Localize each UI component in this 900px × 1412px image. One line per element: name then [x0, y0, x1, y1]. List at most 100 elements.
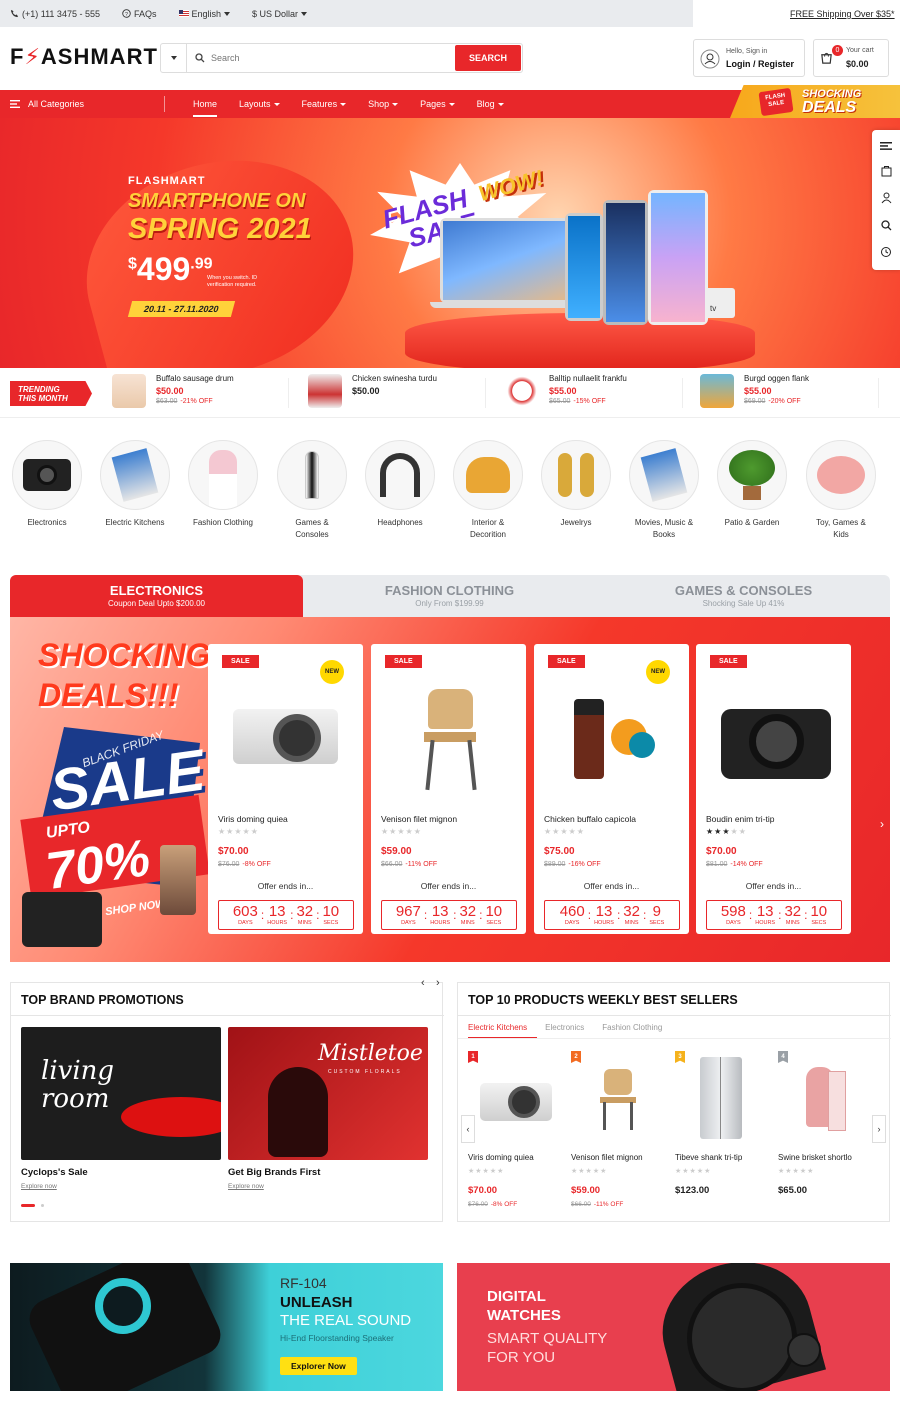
history-icon[interactable] — [880, 246, 892, 258]
tab-electronics[interactable]: ELECTRONICS Coupon Deal Upto $200.00 — [10, 575, 303, 617]
product-name[interactable]: Tibeve shank tri-tip — [675, 1153, 742, 1162]
category-interior-decoration[interactable]: Interior & Decorition — [453, 440, 523, 541]
product-image — [223, 674, 348, 784]
explore-now-link[interactable]: Explore now — [21, 1183, 57, 1190]
promo-image[interactable]: Mistletoe CUSTOM FLORALS — [228, 1027, 428, 1160]
banner-subheadline: SMART QUALITY FOR YOU — [487, 1330, 608, 1366]
category-movies-music-books[interactable]: Movies, Music & Books — [629, 440, 699, 541]
menu-icon — [10, 100, 20, 108]
account-box[interactable]: Hello, Sign in Login / Register — [693, 39, 805, 77]
search-icon[interactable] — [880, 220, 892, 231]
category-games-consoles[interactable]: Games & Consoles — [277, 440, 347, 541]
next-arrow-icon[interactable]: › — [436, 977, 440, 989]
phone-image — [648, 190, 708, 325]
category-jewelrys[interactable]: Jewelrys — [541, 440, 611, 529]
top10-item[interactable]: 1 Viris doming quiea ★★★★★ $70.00 $76.00… — [468, 1049, 563, 1209]
chevron-down-icon — [170, 56, 177, 60]
banner-model: RF-104 — [280, 1275, 327, 1291]
category-fashion-clothing[interactable]: Fashion Clothing — [188, 440, 258, 529]
search-input[interactable] — [187, 53, 455, 63]
category-image — [12, 440, 82, 510]
divider — [288, 378, 289, 408]
trending-item[interactable]: Burgd oggen flank $55.00 $69.00 -20% OFF — [700, 374, 809, 414]
product-image — [549, 674, 674, 784]
category-image — [277, 440, 347, 510]
login-register-link[interactable]: Login / Register — [726, 59, 794, 69]
explorer-now-button[interactable]: Explorer Now — [280, 1357, 357, 1375]
product-name[interactable]: Viris doming quiea — [218, 814, 288, 824]
category-headphones[interactable]: Headphones — [365, 440, 435, 529]
tab-games-consoles[interactable]: GAMES & CONSOLES Shocking Sale Up 41% — [597, 575, 890, 617]
trending-item[interactable]: Chicken swinesha turdu $50.00 — [308, 374, 437, 414]
user-icon[interactable] — [881, 192, 892, 204]
deal-card[interactable]: SALE Venison filet mignon ★★★★★ $59.00 $… — [371, 644, 526, 934]
tab-electronics[interactable]: Electronics — [545, 1023, 584, 1032]
currency-select[interactable]: $ US Dollar — [252, 9, 308, 19]
category-electronics[interactable]: Electronics — [12, 440, 82, 529]
nav-item-shop[interactable]: Shop — [368, 99, 399, 109]
faqs-link[interactable]: ? FAQs — [122, 9, 157, 19]
promo-image[interactable]: living room — [21, 1027, 221, 1160]
phone[interactable]: (+1) 111 3475 - 555 — [10, 9, 100, 19]
chair-shape — [121, 1097, 221, 1137]
promo-title[interactable]: Cyclops's Sale — [21, 1167, 88, 1178]
category-image — [365, 440, 435, 510]
trending-item[interactable]: Balltip nullaelit frankfu $55.00 $65.00 -15… — [505, 374, 627, 414]
cart-box[interactable]: 0 Your cart $0.00 — [813, 39, 889, 77]
deal-card[interactable]: SALE Boudin enim tri-tip ★★★★★ $70.00 $8… — [696, 644, 851, 934]
product-thumbnail — [700, 374, 734, 408]
nav-item-features[interactable]: Features — [302, 99, 347, 109]
search-category-dropdown[interactable] — [161, 44, 187, 72]
prev-arrow-icon[interactable]: ‹ — [421, 977, 425, 989]
watches-banner[interactable]: DIGITAL WATCHES SMART QUALITY FOR YOU — [457, 1263, 890, 1391]
chevron-down-icon — [224, 11, 231, 16]
top10-item[interactable]: 2 Venison filet mignon ★★★★★ $59.00 $66.… — [571, 1049, 666, 1209]
category-image — [541, 440, 611, 510]
next-arrow-button[interactable]: › — [872, 1115, 886, 1143]
rating-stars: ★★★★★ — [381, 827, 422, 836]
banner-headline: UNLEASH — [280, 1294, 353, 1311]
menu-icon[interactable] — [880, 141, 892, 150]
search-button[interactable]: SEARCH — [455, 45, 521, 71]
product-name[interactable]: Swine brisket shortlo — [778, 1153, 852, 1162]
tab-fashion-clothing[interactable]: Fashion Clothing — [602, 1023, 662, 1032]
tab-fashion-clothing[interactable]: FASHION CLOTHING Only From $199.99 — [303, 575, 596, 617]
next-arrow-icon[interactable]: › — [880, 817, 884, 831]
product-name[interactable]: Boudin enim tri-tip — [706, 814, 775, 824]
trending-item[interactable]: Buffalo sausage drum $50.00 $63.00 -21% OFF — [112, 374, 234, 414]
product-image — [480, 1083, 552, 1121]
category-patio-garden[interactable]: Patio & Garden — [717, 440, 787, 529]
nav-menu: Home Layouts Features Shop Pages Blog — [193, 90, 526, 118]
nav-item-layouts[interactable]: Layouts — [239, 99, 280, 109]
logo[interactable]: F⚡ASHMART — [10, 44, 158, 70]
side-toolbar — [872, 130, 900, 270]
explore-now-link[interactable]: Explore now — [228, 1183, 264, 1190]
hero-banner[interactable]: FLASHMART SMARTPHONE ON SPRING 2021 $499… — [0, 118, 900, 368]
all-categories-button[interactable]: All Categories — [10, 99, 84, 109]
language-select[interactable]: English — [178, 9, 231, 19]
product-name[interactable]: Viris doming quiea — [468, 1153, 534, 1162]
deal-card[interactable]: SALE NEW Viris doming quiea ★★★★★ $70.00… — [208, 644, 363, 934]
free-shipping-link[interactable]: FREE Shipping Over $35* — [790, 9, 895, 19]
carousel-dot[interactable] — [41, 1204, 44, 1207]
shocking-deals-promo[interactable]: FLASH SALE SHOCKING DEALS — [730, 85, 900, 118]
category-electric-kitchens[interactable]: Electric Kitchens — [100, 440, 170, 529]
nav-item-blog[interactable]: Blog — [477, 99, 504, 109]
deal-card[interactable]: SALE NEW Chicken buffalo capicola ★★★★★ … — [534, 644, 689, 934]
offer-label: Offer ends in... — [420, 881, 477, 891]
speaker-banner[interactable]: RF-104 UNLEASH THE REAL SOUND Hi-End Flo… — [10, 1263, 443, 1391]
nav-item-pages[interactable]: Pages — [420, 99, 455, 109]
product-name[interactable]: Chicken buffalo capicola — [544, 814, 636, 824]
brand-promotions-panel: TOP BRAND PROMOTIONS ‹ › living room Cyc… — [10, 977, 444, 1222]
promo-title[interactable]: Get Big Brands First — [228, 1167, 320, 1178]
carousel-dot-active[interactable] — [21, 1204, 35, 1207]
top10-item[interactable]: 3 Tibeve shank tri-tip ★★★★★ $123.00 — [675, 1049, 770, 1209]
tab-electric-kitchens[interactable]: Electric Kitchens — [468, 1023, 527, 1032]
product-name[interactable]: Venison filet mignon — [381, 814, 457, 824]
category-toys-games-kids[interactable]: Toy, Games & Kids — [806, 440, 876, 541]
nav-item-home[interactable]: Home — [193, 99, 218, 117]
bag-icon[interactable] — [881, 165, 892, 177]
top10-item[interactable]: 4 Swine brisket shortlo ★★★★★ $65.00 — [778, 1049, 873, 1209]
product-name[interactable]: Venison filet mignon — [571, 1153, 643, 1162]
product-image — [700, 1057, 742, 1139]
